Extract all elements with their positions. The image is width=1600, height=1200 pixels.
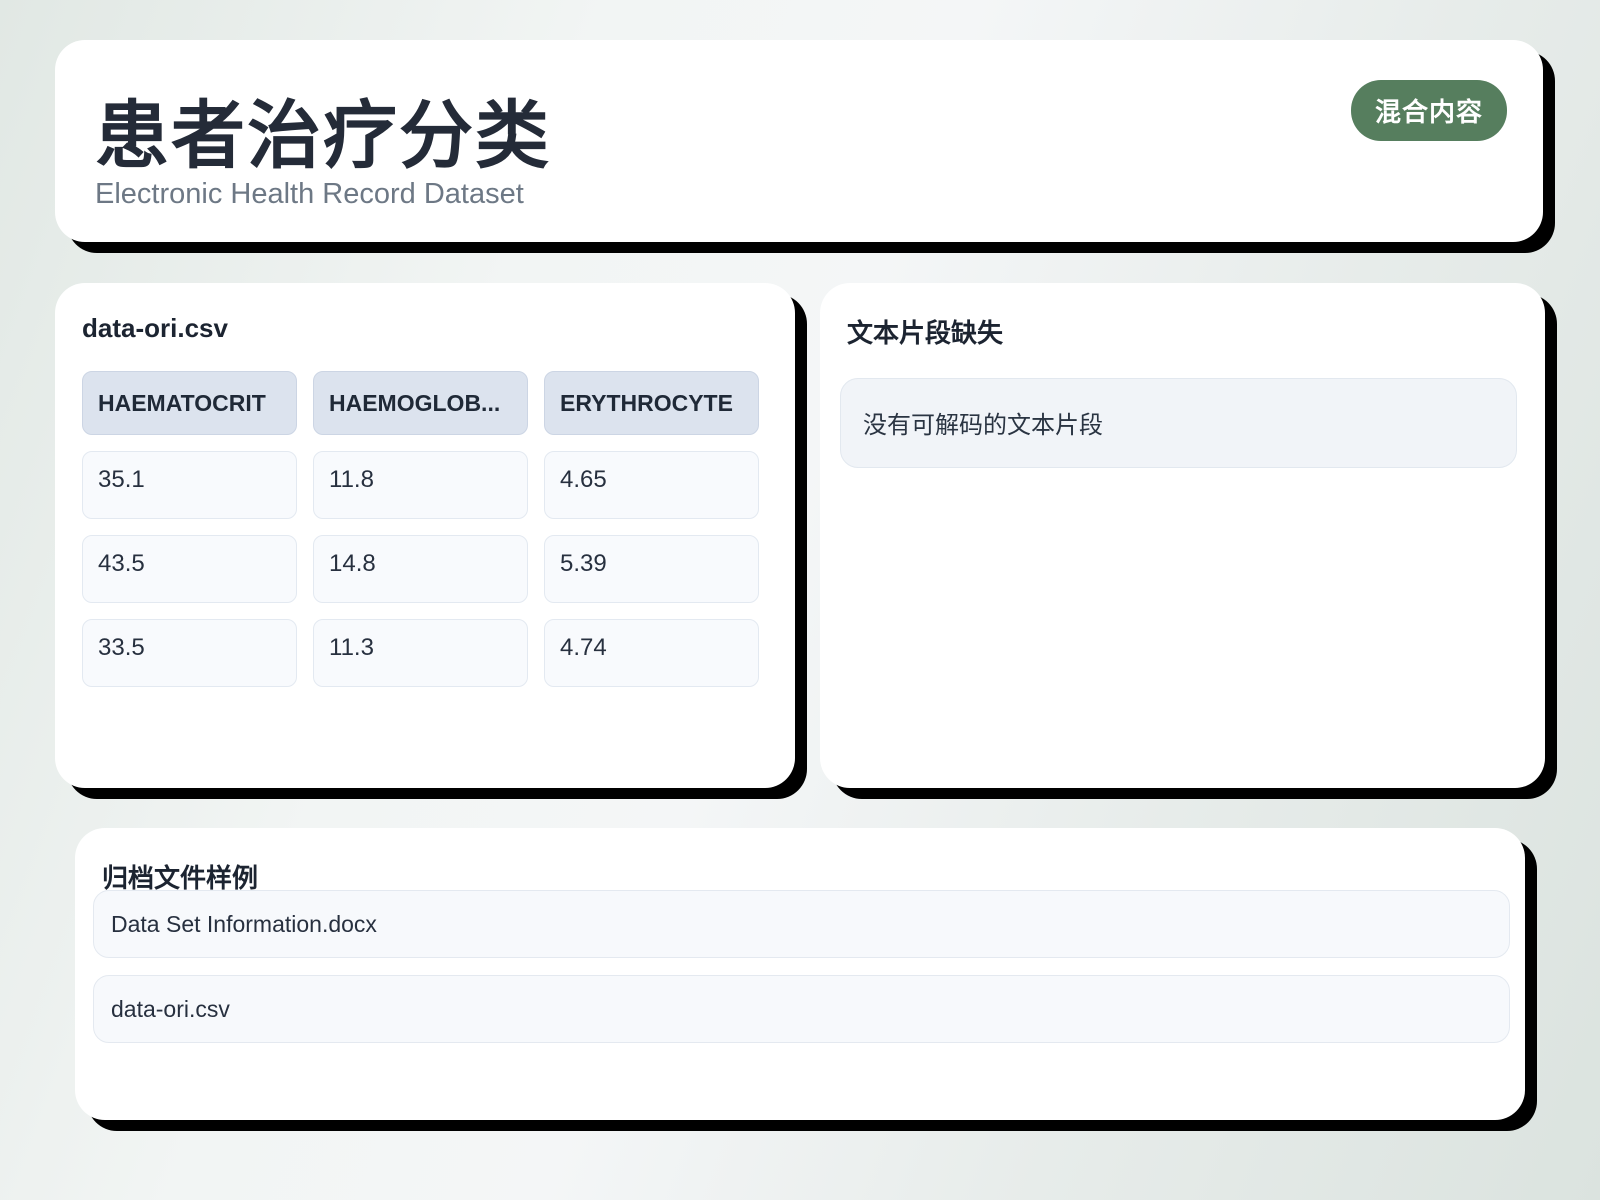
table-cell: 5.39 [544,535,759,603]
text-fragments-title: 文本片段缺失 [847,313,1003,350]
page-title: 患者治疗分类 [95,76,551,183]
table-cell: 4.65 [544,451,759,519]
archive-files-card: 归档文件样例 Data Set Information.docx data-or… [75,828,1525,1120]
table-cell: 35.1 [82,451,297,519]
no-text-message: 没有可解码的文本片段 [840,378,1517,468]
table-cell: 11.3 [313,619,528,687]
table-header-erythrocyte: ERYTHROCYTE [544,371,759,435]
table-header-haematocrit: HAEMATOCRIT [82,371,297,435]
content-type-badge: 混合内容 [1351,80,1507,141]
csv-preview-table: HAEMATOCRIT HAEMOGLOB... ERYTHROCYTE 35.… [82,371,759,687]
table-header-haemoglobins: HAEMOGLOB... [313,371,528,435]
header-card: 患者治疗分类 Electronic Health Record Dataset … [55,40,1543,242]
text-fragments-card: 文本片段缺失 没有可解码的文本片段 [820,283,1545,788]
table-cell: 43.5 [82,535,297,603]
csv-preview-card: data-ori.csv HAEMATOCRIT HAEMOGLOB... ER… [55,283,795,788]
table-cell: 33.5 [82,619,297,687]
table-cell: 11.8 [313,451,528,519]
file-item-docx[interactable]: Data Set Information.docx [93,890,1510,958]
page-subtitle: Electronic Health Record Dataset [95,178,524,211]
table-cell: 4.74 [544,619,759,687]
file-item-csv[interactable]: data-ori.csv [93,975,1510,1043]
table-cell: 14.8 [313,535,528,603]
csv-file-title: data-ori.csv [82,313,228,344]
